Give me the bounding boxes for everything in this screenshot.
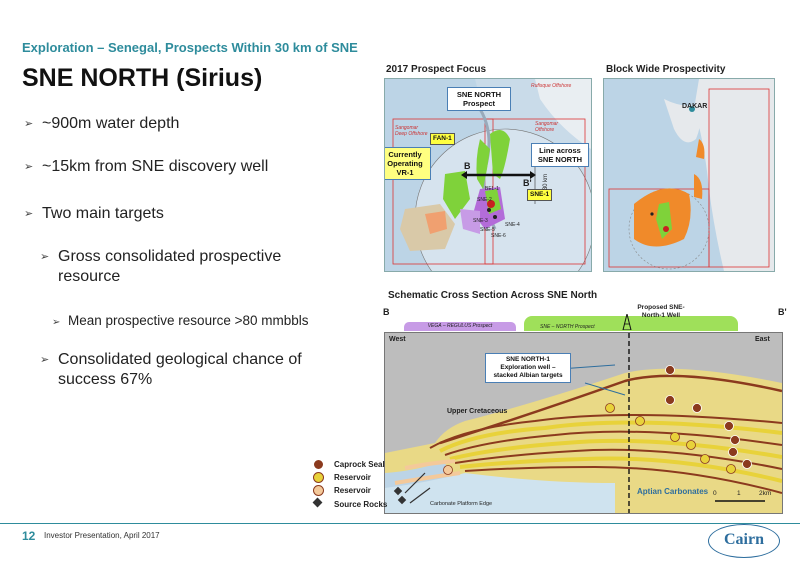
well-label: SNE-3 xyxy=(473,218,488,224)
platform-edge-label: Carbonate Platform Edge xyxy=(430,501,493,507)
legend-label: Caprock Seal xyxy=(334,460,385,469)
point-b-prime-label: B' xyxy=(523,178,532,188)
tag-fan-1: FAN-1 xyxy=(430,133,455,145)
bullet-arrow-icon: ➢ xyxy=(40,251,50,263)
callout-sne-north-prospect: SNE NORTH Prospect xyxy=(447,87,511,111)
callout-line-across: Line across SNE NORTH xyxy=(531,143,589,167)
cross-section-panel: West East Upper Cretaceous SNE NORTH-1 E… xyxy=(384,332,783,514)
bullet-arrow-icon: ➢ xyxy=(40,354,50,366)
legend-label: Source Rocks xyxy=(334,500,388,509)
cross-section-b-label: B xyxy=(383,307,390,317)
reservoir-icon xyxy=(313,472,324,483)
block-label: Sangomar Deep Offshore xyxy=(395,125,428,137)
cross-section-graphic xyxy=(385,333,782,513)
callout-currently-operating: Currently Operating VR-1 xyxy=(385,147,431,180)
legend-label: Reservoir xyxy=(334,473,371,482)
bullet-text: Gross consolidated prospective resource xyxy=(58,248,282,285)
block-label: Rufisque Offshore xyxy=(531,83,572,89)
block-map: DAKAR xyxy=(603,78,775,272)
upper-cretaceous-label: Upper Cretaceous xyxy=(447,408,508,415)
page-number: 12 xyxy=(22,529,36,543)
bullet-item: ➢ ~900m water depth xyxy=(24,114,344,134)
slide-subtitle: Exploration – Senegal, Prospects Within … xyxy=(22,40,358,55)
bullet-text: ~900m water depth xyxy=(42,115,180,132)
tag-sne-1: SNE-1 xyxy=(527,189,553,201)
proposed-well-label: Proposed SNE-North-1 Well xyxy=(637,304,685,319)
prospect-map: SNE NORTH Prospect Currently Operating V… xyxy=(384,78,592,272)
bullet-text: Two main targets xyxy=(42,205,164,222)
drilling-rig-icon xyxy=(622,313,632,331)
scale-tick: 2km xyxy=(759,490,772,497)
scale-label: 30 km xyxy=(543,173,550,191)
block-label: Sangomar Offshore xyxy=(535,121,559,133)
bullet-arrow-icon: ➢ xyxy=(52,317,61,328)
cross-section-b-prime-label: B' xyxy=(778,307,787,317)
well-label: BEL-1 xyxy=(485,186,499,192)
bullet-text: Consolidated geological chance of succes… xyxy=(58,351,302,388)
well-label: SNE-2 xyxy=(477,197,492,203)
vega-regulus-prospect-bar: VEGA – REGULUS Prospect xyxy=(404,322,516,331)
footer-divider xyxy=(0,523,800,524)
bullet-arrow-icon: ➢ xyxy=(24,161,34,173)
bullet-text: Mean prospective resource >80 mmbbls xyxy=(68,313,309,328)
bullet-arrow-icon: ➢ xyxy=(24,208,34,220)
cross-section-title: Schematic Cross Section Across SNE North xyxy=(388,290,598,301)
footer-text: Investor Presentation, April 2017 xyxy=(44,531,160,540)
well-label: SNE-6 xyxy=(491,233,506,239)
bullet-item: ➢ Mean prospective resource >80 mmbbls xyxy=(52,311,362,331)
bullet-item: ➢ Consolidated geological chance of succ… xyxy=(40,350,340,390)
cairn-logo: Cairn xyxy=(708,524,780,558)
bullet-item: ➢ Gross consolidated prospective resourc… xyxy=(40,247,310,287)
point-b-label: B xyxy=(464,161,471,171)
well-label: SNE-4 xyxy=(505,222,520,228)
legend-label: Reservoir xyxy=(334,486,371,495)
bullet-text: ~15km from SNE discovery well xyxy=(42,158,269,175)
east-label: East xyxy=(755,336,770,343)
block-map-title: Block Wide Prospectivity xyxy=(606,64,726,75)
caprock-seal-icon xyxy=(313,459,324,470)
slide-title: SNE NORTH (Sirius) xyxy=(22,64,263,92)
west-label: West xyxy=(389,336,406,343)
exploration-well-callout: SNE NORTH-1 Exploration well – stacked A… xyxy=(485,353,571,383)
scale-tick: 1 xyxy=(737,490,741,497)
bullet-arrow-icon: ➢ xyxy=(24,118,34,130)
prospect-map-title: 2017 Prospect Focus xyxy=(386,64,487,75)
bullet-item: ➢ Two main targets xyxy=(24,204,344,224)
aptian-carbonates-label: Aptian Carbonates xyxy=(637,487,709,496)
scale-tick: 0 xyxy=(713,490,717,497)
dakar-label: DAKAR xyxy=(682,103,708,110)
bullet-item: ➢ ~15km from SNE discovery well xyxy=(24,157,344,177)
reservoir-icon xyxy=(313,485,324,496)
source-rocks-icon xyxy=(312,497,323,508)
